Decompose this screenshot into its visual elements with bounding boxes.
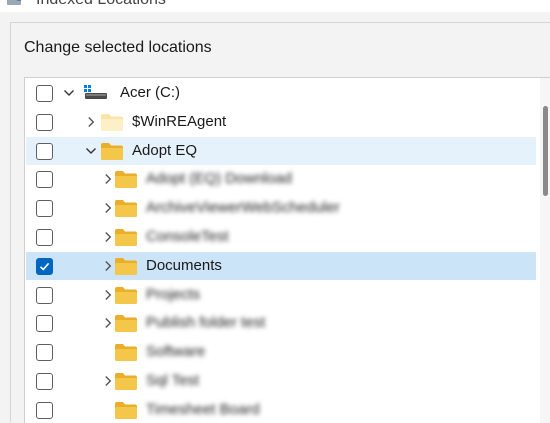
location-checkbox[interactable] [36, 315, 53, 333]
chevron-right-icon[interactable] [102, 317, 114, 329]
location-label: $WinREAgent [132, 112, 227, 130]
tree-row[interactable]: Sql Test [26, 367, 536, 395]
chevron-down-icon[interactable] [85, 145, 97, 157]
vertical-scrollbar[interactable] [540, 78, 550, 423]
location-checkbox[interactable] [36, 401, 53, 419]
tree-row[interactable]: ConsoleTest [26, 223, 536, 251]
chevron-right-icon[interactable] [102, 260, 114, 272]
window-title: Indexed Locations [36, 0, 166, 10]
location-label: Publish folder test [146, 314, 266, 332]
chevron-right-icon[interactable] [102, 375, 114, 387]
title-bar: Indexed Locations [0, 0, 550, 12]
folder-icon [115, 373, 137, 390]
indexing-options-icon [7, 0, 22, 5]
folder-icon [115, 200, 137, 218]
tree-row[interactable]: Adopt (EQ) Download [26, 165, 536, 193]
location-checkbox[interactable] [36, 113, 53, 131]
folder-icon [115, 315, 137, 333]
folder-tree[interactable]: Acer (C:) $WinREAgent Adopt EQ Adopt (EQ) D… [24, 77, 550, 423]
folder-icon [115, 286, 137, 304]
chevron-right-icon[interactable] [102, 202, 114, 214]
tree-row[interactable]: Software [26, 338, 536, 366]
location-label: Sql Test [146, 372, 200, 389]
location-checkbox[interactable] [36, 344, 53, 362]
location-checkbox[interactable] [36, 200, 53, 218]
tree-row[interactable]: Publish folder test [26, 309, 536, 337]
tree-row[interactable]: Adopt EQ [26, 136, 536, 165]
folder-icon [115, 344, 137, 362]
folder-icon [101, 142, 123, 160]
folder-icon [101, 113, 123, 131]
chevron-right-icon[interactable] [102, 289, 114, 301]
location-checkbox[interactable] [36, 171, 53, 189]
folder-icon [115, 171, 137, 189]
drive-icon [84, 85, 107, 99]
tree-row[interactable]: Acer (C:) [26, 79, 536, 107]
location-checkbox[interactable] [36, 257, 53, 275]
location-label: Software [146, 343, 206, 361]
tree-row[interactable]: Projects [26, 281, 536, 309]
location-checkbox[interactable] [36, 142, 53, 160]
chevron-down-icon[interactable] [63, 87, 75, 99]
tree-row[interactable]: Documents [26, 251, 536, 280]
tree-row[interactable]: $WinREAgent [26, 108, 536, 136]
location-label: ConsoleTest [146, 228, 229, 245]
location-label: Projects [146, 285, 201, 303]
location-checkbox[interactable] [36, 373, 53, 390]
location-checkbox[interactable] [36, 229, 53, 246]
location-label: Timesheet Board [146, 400, 260, 418]
tree-row[interactable]: Timesheet Board [26, 396, 536, 423]
chevron-right-icon[interactable] [102, 173, 114, 185]
folder-icon [115, 401, 137, 419]
location-label: Acer (C:) [120, 84, 180, 101]
location-label: Documents [146, 256, 222, 274]
group-label: Change selected locations [18, 38, 218, 58]
location-checkbox[interactable] [36, 85, 53, 102]
chevron-right-icon[interactable] [85, 116, 97, 128]
tree-row[interactable]: ArchiveViewerWebScheduler [26, 194, 536, 222]
location-label: ArchiveViewerWebScheduler [146, 199, 340, 217]
location-label: Adopt (EQ) Download [146, 170, 292, 188]
scrollbar-thumb[interactable] [543, 106, 548, 196]
folder-icon [115, 229, 137, 246]
checkmark-icon [39, 262, 50, 271]
folder-icon [115, 257, 137, 275]
chevron-right-icon[interactable] [102, 231, 114, 243]
location-label: Adopt EQ [132, 141, 198, 159]
location-checkbox[interactable] [36, 286, 53, 304]
